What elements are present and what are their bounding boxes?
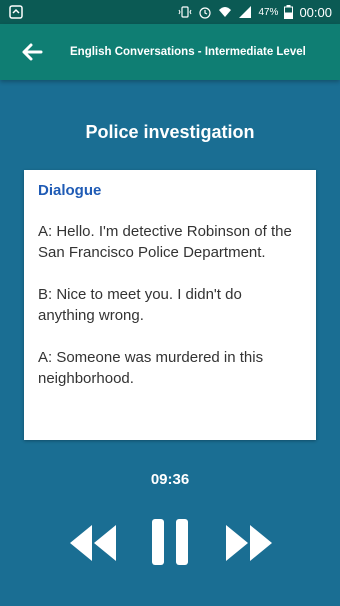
app-bar: English Conversations - Intermediate Lev… <box>0 24 340 80</box>
battery-level: 47% <box>258 6 279 18</box>
fast-forward-icon[interactable] <box>220 515 276 571</box>
app-title: English Conversations - Intermediate Lev… <box>70 46 306 58</box>
vibrate-icon <box>178 5 192 19</box>
alarm-icon <box>198 5 212 19</box>
battery-icon <box>284 5 294 19</box>
playback-time: 09:36 <box>150 471 190 488</box>
playback-controls <box>0 515 340 571</box>
status-icons: 47% 00:00 <box>178 0 332 24</box>
wifi-icon <box>218 5 232 19</box>
status-time: 00:00 <box>299 4 332 20</box>
signal-icon <box>238 5 252 19</box>
dialogue-line: A: Someone was murdered in this neighbor… <box>38 349 264 387</box>
pause-icon[interactable] <box>142 515 198 571</box>
dialogue-header: Dialogue <box>38 182 102 199</box>
notification-icon <box>8 4 24 20</box>
rewind-icon[interactable] <box>66 515 122 571</box>
dialogue-line: A: Hello. I'm detective Robinson of the … <box>38 223 292 261</box>
page-title: Police investigation <box>85 122 255 142</box>
dialogue-line: B: Nice to meet you. I didn't do anythin… <box>38 286 242 324</box>
dialogue-card: Dialogue A: Hello. I'm detective Robinso… <box>24 170 316 440</box>
status-bar: 47% 00:00 <box>0 0 340 24</box>
arrow-left-icon[interactable] <box>18 38 46 66</box>
